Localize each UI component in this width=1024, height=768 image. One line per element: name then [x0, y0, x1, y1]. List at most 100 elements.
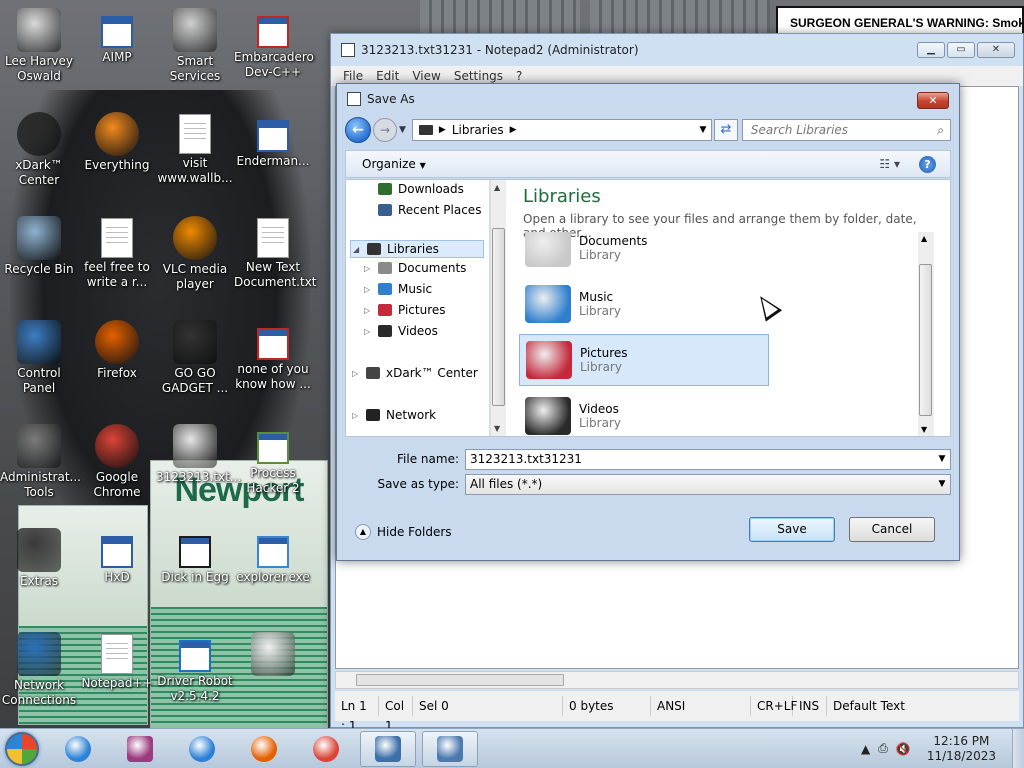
expand-arrow-icon[interactable]: ▷: [364, 264, 372, 273]
desktop-icon[interactable]: Network Connections: [0, 632, 78, 708]
minimize-button[interactable]: ▁: [917, 42, 945, 58]
nav-item-libraries[interactable]: ◢ Libraries: [350, 240, 484, 258]
breadcrumb-separator-icon[interactable]: ▶: [510, 125, 517, 135]
expand-arrow-icon[interactable]: ▷: [364, 285, 372, 294]
history-dropdown-icon[interactable]: ▼: [399, 125, 406, 135]
desktop-icon[interactable]: Control Panel: [0, 320, 78, 396]
scroll-down-icon[interactable]: ▼: [494, 424, 500, 433]
desktop-icon[interactable]: Enderman...: [234, 112, 312, 169]
cancel-button[interactable]: Cancel: [849, 517, 935, 542]
desktop-icon[interactable]: HxD: [78, 528, 156, 585]
desktop-icon[interactable]: visit www.wallb...: [156, 112, 234, 186]
taskbar-button[interactable]: [112, 731, 168, 767]
taskbar-button[interactable]: [360, 730, 416, 767]
show-desktop-button[interactable]: [1012, 728, 1024, 768]
taskbar-button[interactable]: [236, 731, 292, 767]
nav-item-downloads[interactable]: Downloads: [364, 182, 464, 196]
content-scrollbar[interactable]: ▲ ▼: [918, 232, 934, 436]
desktop-icon[interactable]: Administrat... Tools: [0, 424, 81, 500]
breadcrumb-libraries[interactable]: Libraries: [452, 123, 504, 137]
desktop-icon[interactable]: explorer.exe: [234, 528, 312, 585]
desktop-icon[interactable]: xDark™ Center: [0, 112, 78, 188]
desktop-icon[interactable]: Extras: [0, 528, 78, 589]
desktop-icon[interactable]: New Text Document.txt: [234, 216, 317, 290]
desktop-icon[interactable]: VLC media player: [156, 216, 234, 292]
taskbar-button[interactable]: [174, 731, 230, 767]
scroll-up-icon[interactable]: ▲: [921, 234, 927, 243]
library-documents[interactable]: Documents Library: [519, 232, 769, 274]
menu-file[interactable]: File: [343, 69, 363, 83]
desktop-icon[interactable]: Smart Services: [156, 8, 234, 84]
search-input[interactable]: Search Libraries ⌕: [741, 119, 951, 141]
search-icon[interactable]: ⌕: [937, 123, 944, 138]
hide-folders-button[interactable]: ▲ Hide Folders: [355, 524, 452, 540]
volume-muted-icon[interactable]: 🔇: [896, 742, 911, 756]
desktop-icon[interactable]: Process Hacker 2: [234, 424, 312, 496]
menu-settings[interactable]: Settings: [454, 69, 503, 83]
back-arrow-icon[interactable]: ←: [345, 117, 371, 143]
desktop-icon[interactable]: [234, 632, 312, 678]
desktop-icon[interactable]: Lee Harvey Oswald: [0, 8, 78, 84]
desktop-icon[interactable]: 3123213.txt...: [156, 424, 241, 485]
nav-item-music[interactable]: ▷ Music: [364, 282, 432, 296]
menu-edit[interactable]: Edit: [376, 69, 399, 83]
desktop-icon[interactable]: Google Chrome: [78, 424, 156, 500]
nav-item-pictures[interactable]: ▷ Pictures: [364, 303, 446, 317]
desktop-icon[interactable]: Firefox: [78, 320, 156, 381]
menu-view[interactable]: View: [412, 69, 440, 83]
desktop-icon[interactable]: AIMP: [78, 8, 156, 65]
save-type-select[interactable]: All files (*.*) ▼: [465, 473, 951, 495]
scroll-up-icon[interactable]: ▲: [494, 183, 500, 192]
nav-item-recent-places[interactable]: Recent Places: [364, 203, 481, 217]
start-button[interactable]: [0, 729, 44, 768]
desktop-icon[interactable]: Notepad++: [78, 632, 156, 691]
expand-arrow-icon[interactable]: ◢: [353, 245, 361, 254]
refresh-icon[interactable]: ⇄: [713, 119, 738, 141]
scrollbar-thumb[interactable]: [492, 228, 505, 406]
expand-arrow-icon[interactable]: ▷: [364, 306, 372, 315]
save-button[interactable]: Save: [749, 517, 835, 542]
breadcrumb-separator-icon[interactable]: ▶: [439, 125, 446, 135]
address-dropdown-icon[interactable]: ▼: [695, 125, 711, 135]
help-icon[interactable]: ?: [919, 156, 936, 173]
scrollbar-thumb[interactable]: [919, 264, 932, 416]
desktop-icon[interactable]: Everything: [78, 112, 156, 173]
desktop-icon[interactable]: none of you know how ...: [234, 320, 312, 392]
show-hidden-icons-icon[interactable]: ▲: [861, 742, 870, 756]
expand-arrow-icon[interactable]: ▷: [352, 411, 360, 420]
nav-item-xdark-center[interactable]: ▷ xDark™ Center: [352, 366, 478, 380]
address-bar[interactable]: ▶ Libraries ▶ ▼: [411, 119, 712, 141]
clock[interactable]: 12:16 PM 11/18/2023: [927, 734, 996, 764]
nav-item-network[interactable]: ▷ Network: [352, 408, 436, 422]
taskbar-button[interactable]: [50, 731, 106, 767]
desktop-icon[interactable]: Recycle Bin: [0, 216, 78, 277]
nav-item-videos[interactable]: ▷ Videos: [364, 324, 438, 338]
menu-help[interactable]: ?: [516, 69, 522, 83]
scrollbar-thumb[interactable]: [356, 674, 564, 686]
dialog-close-button[interactable]: ✕: [917, 92, 949, 109]
maximize-button[interactable]: ▭: [947, 42, 975, 58]
expand-arrow-icon[interactable]: ▷: [364, 327, 372, 336]
desktop-icon[interactable]: Embarcadero Dev-C++: [234, 8, 314, 80]
dropdown-icon[interactable]: ▼: [934, 454, 950, 464]
network-icon[interactable]: ⎙: [878, 741, 888, 756]
close-button[interactable]: ✕: [977, 42, 1015, 58]
expand-arrow-icon[interactable]: ▷: [352, 369, 360, 378]
desktop-icon[interactable]: feel free to write a r...: [78, 216, 156, 290]
forward-arrow-icon[interactable]: →: [373, 118, 397, 142]
dialog-titlebar[interactable]: Save As: [337, 84, 959, 114]
dropdown-icon[interactable]: ▼: [934, 479, 950, 489]
library-pictures[interactable]: Pictures Library: [519, 334, 769, 386]
desktop-icon[interactable]: Dick in Egg: [156, 528, 234, 585]
library-music[interactable]: Music Library: [519, 278, 769, 330]
desktop-icon[interactable]: GO GO GADGET ...: [156, 320, 234, 396]
library-videos[interactable]: Videos Library: [519, 390, 769, 436]
taskbar-button[interactable]: [298, 731, 354, 767]
nav-item-documents[interactable]: ▷ Documents: [364, 261, 466, 275]
organize-button[interactable]: Organize ▼: [362, 157, 426, 171]
file-name-input[interactable]: 3123213.txt31231 ▼: [465, 448, 951, 470]
horizontal-scrollbar[interactable]: [335, 671, 1019, 689]
scroll-down-icon[interactable]: ▼: [921, 425, 927, 434]
taskbar-button[interactable]: [422, 730, 478, 767]
navigation-scrollbar[interactable]: ▲ ▼: [490, 180, 506, 436]
